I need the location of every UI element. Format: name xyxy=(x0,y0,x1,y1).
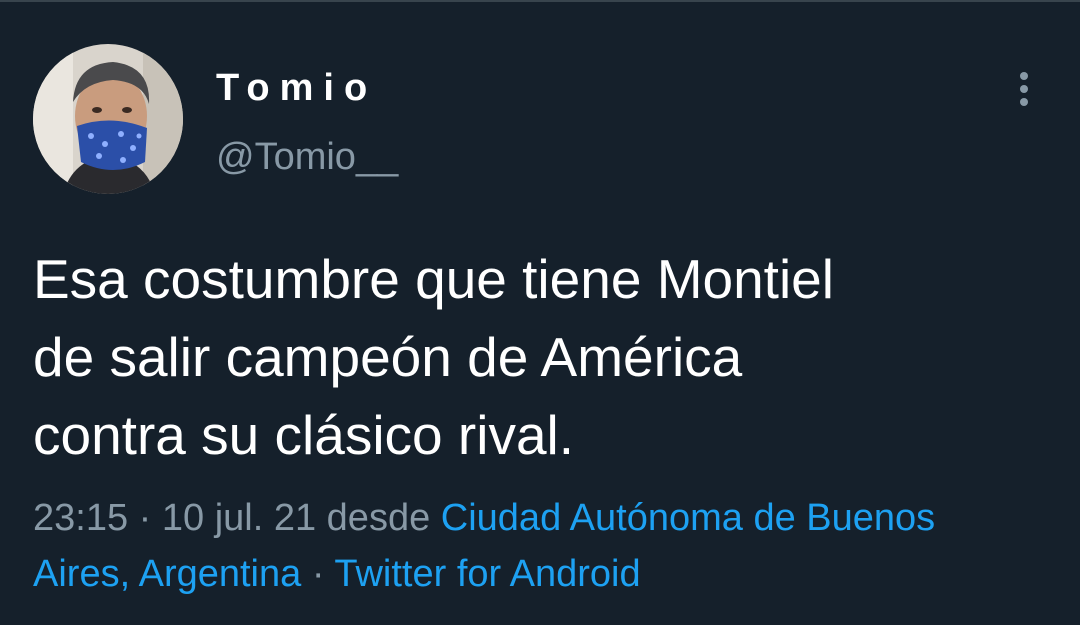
tweet-metadata: 23:15 · 10 jul. 21 desde Ciudad Autónoma… xyxy=(33,490,1063,602)
user-handle[interactable]: @Tomio__ xyxy=(216,134,398,180)
more-vertical-icon xyxy=(1020,72,1028,106)
from-label: desde xyxy=(326,497,431,539)
source-link[interactable]: Twitter for Android xyxy=(334,553,640,595)
separator-dot: · xyxy=(311,553,325,595)
tweet-text: Esa costumbre que tiene Montiel de salir… xyxy=(33,240,1043,474)
tweet-time[interactable]: 23:15 xyxy=(33,497,128,539)
metadata-row-1: 23:15 · 10 jul. 21 desde Ciudad Autónoma… xyxy=(33,490,1063,546)
separator-dot: · xyxy=(138,497,152,539)
tweet-date[interactable]: 10 jul. 21 xyxy=(162,497,316,539)
location-link[interactable]: Ciudad Autónoma de Buenos xyxy=(441,497,935,539)
tweet-text-line: de salir campeón de América xyxy=(33,326,743,388)
tweet-text-line: Esa costumbre que tiene Montiel xyxy=(33,248,834,310)
avatar-image xyxy=(33,44,183,194)
tweet-text-line: contra su clásico rival. xyxy=(33,404,575,466)
tweet-card: Tomio @Tomio__ Esa costumbre que tiene M… xyxy=(0,0,1080,625)
more-options-button[interactable] xyxy=(1004,66,1044,112)
location-link-continued[interactable]: Aires, Argentina xyxy=(33,553,301,595)
display-name[interactable]: Tomio xyxy=(216,66,377,110)
avatar[interactable] xyxy=(33,44,183,194)
metadata-row-2: Aires, Argentina · Twitter for Android xyxy=(33,546,1063,602)
